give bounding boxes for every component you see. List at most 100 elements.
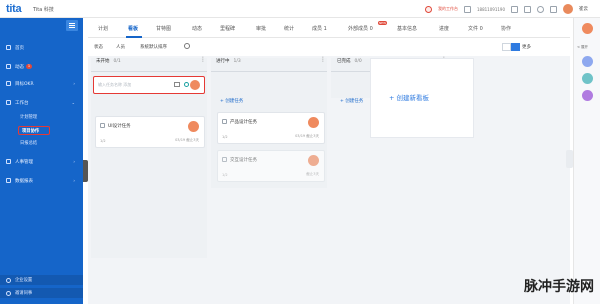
target-icon bbox=[6, 81, 11, 86]
chart-icon bbox=[6, 178, 11, 183]
user-avatar[interactable] bbox=[563, 4, 573, 14]
workbench-icon bbox=[6, 100, 11, 105]
column-count: 0/0 bbox=[354, 59, 362, 64]
column-count: 0/1 bbox=[113, 59, 121, 64]
sidebar-bottom-label: 邀请同事 bbox=[15, 291, 33, 296]
sidebar-bottom-invite[interactable]: 邀请同事 bbox=[0, 288, 83, 298]
project-tabs: 计划 看板 甘特图 动态 里程碑 审批 统计 成员 1 外部成员 0 NEW 基… bbox=[88, 18, 570, 38]
column-count: 1/3 bbox=[233, 59, 241, 64]
subtask-count: 1/2 bbox=[100, 139, 106, 143]
apps-icon[interactable] bbox=[550, 5, 557, 13]
tab-gantt[interactable]: 甘特图 bbox=[156, 25, 171, 32]
task-title: 产品设计任务 bbox=[230, 120, 257, 125]
sidebar-item-reports[interactable]: 数据报表 › bbox=[0, 175, 83, 186]
menu-toggle-button[interactable] bbox=[66, 20, 78, 31]
task-card-completed[interactable]: 交互设计任务 1/2 截止3天 bbox=[217, 150, 325, 182]
sidebar: 首页 动态 1 目标OKR › 工作台 ⌄ 计划管理 项目协作 日报总结 人事管… bbox=[0, 18, 83, 304]
sort-select[interactable]: 系统默认排序 bbox=[140, 44, 167, 50]
task-checkbox[interactable] bbox=[100, 123, 105, 128]
sidebar-item-okr[interactable]: 目标OKR › bbox=[0, 78, 83, 89]
sidebar-item-hr[interactable]: 人事管理 › bbox=[0, 156, 83, 167]
member-avatar[interactable] bbox=[582, 73, 593, 84]
user-name[interactable]: 崔云 bbox=[579, 6, 588, 12]
search-icon[interactable] bbox=[184, 43, 190, 49]
create-board-button[interactable]: + 创建新看板 bbox=[370, 58, 474, 138]
calendar-icon[interactable] bbox=[511, 5, 518, 13]
assignee-icon[interactable] bbox=[184, 82, 189, 87]
more-icon[interactable]: ⋮ bbox=[200, 56, 206, 63]
subtask-count: 1/2 bbox=[222, 173, 228, 177]
board-view-button[interactable] bbox=[511, 43, 520, 51]
task-checkbox[interactable] bbox=[222, 157, 227, 162]
avatar[interactable] bbox=[308, 117, 319, 128]
tab-feed[interactable]: 动态 bbox=[192, 25, 202, 32]
tab-files[interactable]: 文件 0 bbox=[468, 25, 483, 32]
avatar[interactable] bbox=[582, 23, 593, 34]
tab-stats[interactable]: 统计 bbox=[284, 25, 294, 32]
workbench-icon[interactable] bbox=[425, 5, 432, 13]
more-menu[interactable]: 更多 bbox=[522, 44, 531, 50]
due-date: 截止3天 bbox=[306, 172, 319, 176]
column-header-doing: 进行中 1/3 ⋮ bbox=[216, 56, 326, 70]
person-filter[interactable]: 人员 bbox=[116, 44, 125, 50]
hamburger-line-icon bbox=[69, 23, 75, 24]
create-task-button[interactable]: + 创建任务 bbox=[220, 98, 243, 104]
unread-badge: 1 bbox=[26, 64, 32, 69]
sidebar-bottom-settings[interactable]: 企业设置 bbox=[0, 275, 83, 285]
tab-approval[interactable]: 审批 bbox=[256, 25, 266, 32]
create-board-label: + 创建新看板 bbox=[389, 94, 430, 102]
status-filter[interactable]: 状态 bbox=[94, 44, 103, 50]
app-logo[interactable]: tita bbox=[6, 3, 22, 15]
sidebar-item-feed[interactable]: 动态 1 bbox=[0, 61, 83, 72]
tab-collab[interactable]: 协作 bbox=[501, 25, 511, 32]
tab-progress[interactable]: 进度 bbox=[439, 25, 449, 32]
sidebar-bottom-label: 企业设置 bbox=[15, 278, 33, 283]
member-avatar[interactable] bbox=[582, 90, 593, 101]
sidebar-item-workbench[interactable]: 工作台 ⌄ bbox=[0, 97, 83, 108]
panel-resize-handle[interactable] bbox=[566, 150, 573, 168]
column-title: 进行中 bbox=[216, 59, 230, 64]
company-name[interactable]: Tita 科技 bbox=[33, 6, 54, 13]
avatar[interactable] bbox=[190, 80, 200, 90]
avatar[interactable] bbox=[188, 121, 199, 132]
list-view-button[interactable] bbox=[502, 43, 511, 51]
task-card[interactable]: UI设计任务 1/2 03/19 截止3天 bbox=[95, 116, 205, 148]
add-user-icon bbox=[6, 290, 11, 296]
bell-icon[interactable] bbox=[524, 5, 531, 13]
expand-panel-button[interactable]: < 展开 bbox=[577, 45, 588, 50]
tab-members[interactable]: 成员 1 bbox=[312, 25, 327, 32]
tab-board[interactable]: 看板 bbox=[128, 25, 138, 32]
task-checkbox[interactable] bbox=[222, 119, 227, 124]
tab-external-members[interactable]: 外部成员 0 bbox=[348, 25, 373, 32]
avatar[interactable] bbox=[308, 155, 319, 166]
sidebar-item-label: 动态 bbox=[15, 64, 24, 70]
sidebar-item-label: 数据报表 bbox=[15, 178, 33, 184]
filter-bar: 状态 人员 系统默认排序 更多 bbox=[88, 38, 570, 56]
sidebar-subitem-projects[interactable]: 项目协作 bbox=[18, 126, 50, 135]
more-icon[interactable]: ⋮ bbox=[320, 56, 326, 63]
new-badge: NEW bbox=[378, 21, 387, 25]
app-root: tita Tita 科技 我的工作台 18811091190 崔云 首页 动态 … bbox=[0, 0, 600, 304]
column-divider bbox=[91, 71, 207, 72]
top-bar: tita Tita 科技 我的工作台 18811091190 崔云 bbox=[0, 0, 600, 18]
workbench-link[interactable]: 我的工作台 bbox=[438, 6, 458, 12]
home-icon bbox=[6, 45, 11, 50]
calendar-icon[interactable] bbox=[174, 82, 180, 87]
due-date: 03/19 截止3天 bbox=[175, 138, 199, 142]
gear-icon bbox=[6, 277, 11, 283]
sidebar-item-home[interactable]: 首页 bbox=[0, 42, 83, 53]
create-task-button[interactable]: + 创建任务 bbox=[340, 98, 363, 104]
task-card[interactable]: 产品设计任务 1/2 03/19 截止3天 bbox=[217, 112, 325, 144]
column-title: 未开始 bbox=[96, 59, 110, 64]
right-rail: < 展开 bbox=[573, 18, 600, 304]
hamburger-line-icon bbox=[69, 25, 75, 26]
new-task-input[interactable]: 输入任务名称 添加 bbox=[93, 76, 205, 94]
tab-basic-info[interactable]: 基本信息 bbox=[397, 25, 417, 32]
column-divider bbox=[211, 71, 327, 72]
tab-milestone[interactable]: 里程碑 bbox=[220, 25, 235, 32]
sidebar-subitem-plans[interactable]: 计划管理 bbox=[20, 113, 60, 122]
member-avatar[interactable] bbox=[582, 56, 593, 67]
help-icon[interactable] bbox=[537, 5, 544, 13]
tab-plan[interactable]: 计划 bbox=[98, 25, 108, 32]
sidebar-subitem-reports[interactable]: 日报总结 bbox=[20, 139, 60, 148]
